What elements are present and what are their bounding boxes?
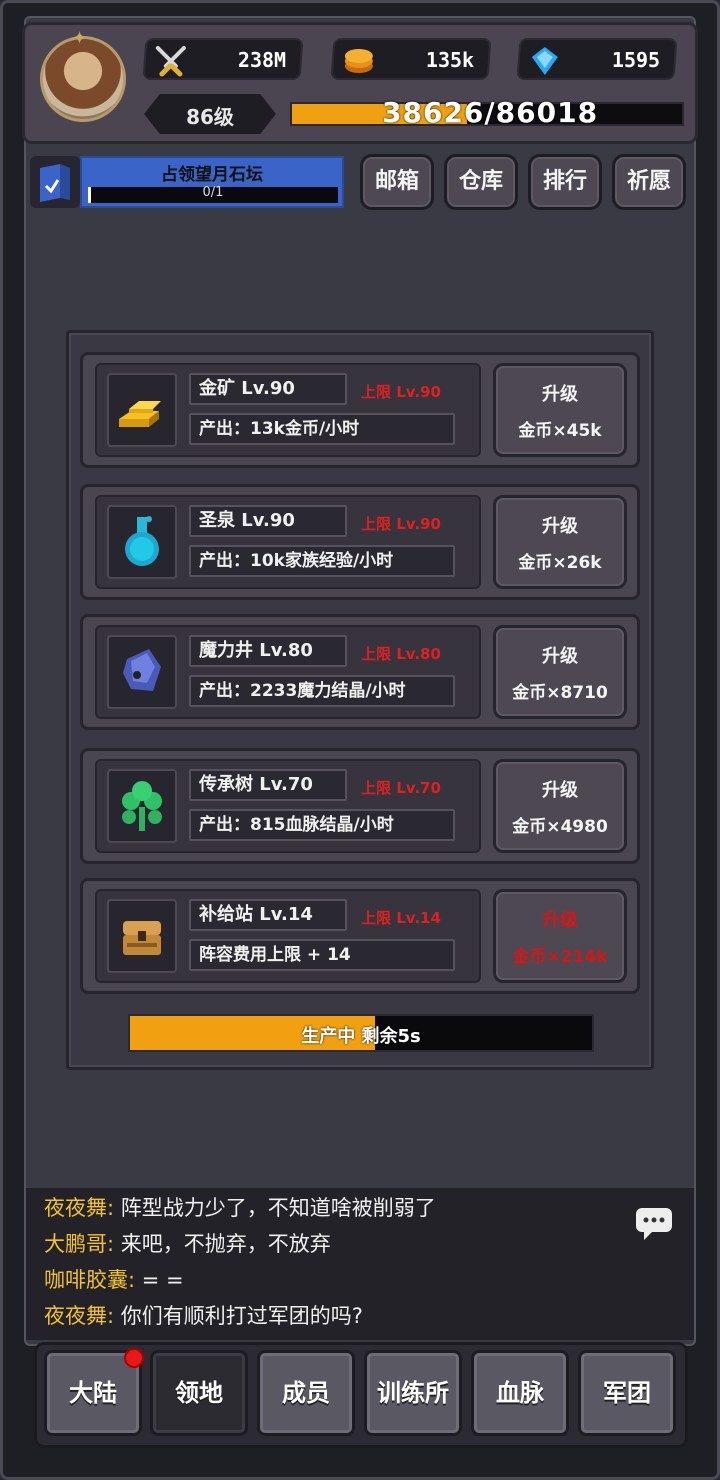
building-output: 产出：2233魔力结晶/小时	[189, 675, 455, 707]
nav-bloodline[interactable]: 血脉	[471, 1350, 569, 1436]
building-name: 魔力井 Lv.80	[189, 635, 347, 667]
upgrade-button[interactable]: 升级 金币×214k	[493, 889, 627, 983]
chat-sender: 夜夜舞:	[44, 1304, 115, 1328]
building-output: 产出：10k家族经验/小时	[189, 545, 455, 577]
building-row-gold-mine: 金矿 Lv.90 上限 Lv.90 产出：13k金币/小时 升级 金币×45k	[80, 352, 640, 468]
upgrade-label: 升级	[542, 780, 578, 801]
notification-dot	[124, 1348, 144, 1368]
chat-message: 夜夜舞: 阵型战力少了，不知道啥被削弱了	[44, 1192, 436, 1222]
crystal-icon	[107, 635, 177, 709]
wish-button[interactable]: 祈愿	[612, 154, 686, 210]
building-level-cap: 上限 Lv.80	[361, 645, 441, 663]
quest-book-icon[interactable]	[30, 156, 80, 208]
chat-text: 来吧，不抛弃，不放弃	[114, 1232, 331, 1256]
building-output: 产出：13k金币/小时	[189, 413, 455, 445]
building-level-cap: 上限 Lv.90	[361, 383, 441, 401]
upgrade-button[interactable]: 升级 金币×8710	[493, 625, 627, 719]
gold-bars-icon	[107, 373, 177, 447]
upgrade-cost: 金币×214k	[512, 947, 608, 967]
upgrade-button[interactable]: 升级 金币×45k	[493, 363, 627, 457]
building-info: 魔力井 Lv.80 上限 Lv.80 产出：2233魔力结晶/小时	[95, 625, 481, 719]
upgrade-button[interactable]: 升级 金币×26k	[493, 495, 627, 589]
building-name: 金矿 Lv.90	[189, 373, 347, 405]
nav-territory[interactable]: 领地	[150, 1350, 248, 1436]
player-level-text: 86级	[186, 105, 234, 129]
xp-progress-bar: 38626/86018	[290, 96, 684, 129]
tree-icon	[107, 769, 177, 843]
upgrade-label: 升级	[542, 384, 578, 405]
building-level-cap: 上限 Lv.70	[361, 779, 441, 797]
upgrade-label: 升级	[542, 646, 578, 667]
quest-progress-text: 0/1	[202, 185, 224, 200]
power-display: 238M	[142, 38, 304, 80]
chat-sender: 夜夜舞:	[44, 1196, 115, 1220]
power-value: 238M	[237, 48, 286, 72]
building-output: 阵容费用上限 + 14	[189, 939, 455, 971]
chat-message: 咖啡胶囊: = =	[44, 1264, 184, 1294]
nav-training[interactable]: 训练所	[364, 1350, 462, 1436]
crossed-swords-icon	[155, 46, 186, 77]
building-row-supply-station: 补给站 Lv.14 上限 Lv.14 阵容费用上限 + 14 升级 金币×214…	[80, 878, 640, 994]
chat-sender: 咖啡胶囊:	[44, 1268, 136, 1292]
gem-value: 1595	[611, 48, 660, 72]
warehouse-button[interactable]: 仓库	[444, 154, 518, 210]
nav-members[interactable]: 成员	[257, 1350, 355, 1436]
building-level-cap: 上限 Lv.14	[361, 909, 441, 927]
building-name: 补给站 Lv.14	[189, 899, 347, 931]
chat-text: 你们有顺利打过军团的吗?	[114, 1304, 363, 1328]
chest-icon	[107, 899, 177, 973]
quest-tracker[interactable]: 占领望月石坛 0/1	[80, 156, 344, 208]
building-info: 传承树 Lv.70 上限 Lv.70 产出：815血脉结晶/小时	[95, 759, 481, 853]
gold-display: 135k	[330, 38, 492, 80]
mail-button[interactable]: 邮箱	[360, 154, 434, 210]
chat-bubble-icon[interactable]	[634, 1206, 674, 1242]
player-level: 86级	[144, 94, 276, 134]
avatar-star-icon: ✦	[72, 28, 88, 49]
upgrade-label: 升级	[542, 910, 578, 931]
gem-display: 1595	[516, 38, 678, 80]
ranking-button[interactable]: 排行	[528, 154, 602, 210]
building-output: 产出：815血脉结晶/小时	[189, 809, 455, 841]
quest-title: 占领望月石坛	[161, 165, 263, 185]
chat-sender: 大鹏哥:	[44, 1232, 115, 1256]
building-info: 金矿 Lv.90 上限 Lv.90 产出：13k金币/小时	[95, 363, 481, 457]
building-info: 圣泉 Lv.90 上限 Lv.90 产出：10k家族经验/小时	[95, 495, 481, 589]
production-progress-bar: 生产中 剩余5s	[128, 1014, 594, 1052]
building-row-heritage-tree: 传承树 Lv.70 上限 Lv.70 产出：815血脉结晶/小时 升级 金币×4…	[80, 748, 640, 864]
upgrade-cost: 金币×26k	[518, 553, 602, 573]
chat-panel[interactable]: 夜夜舞: 阵型战力少了，不知道啥被削弱了 大鹏哥: 来吧，不抛弃，不放弃 咖啡胶…	[26, 1188, 694, 1340]
upgrade-cost: 金币×4980	[512, 817, 608, 837]
gold-value: 135k	[425, 48, 474, 72]
building-name: 传承树 Lv.70	[189, 769, 347, 801]
gold-coin-icon	[344, 49, 373, 73]
production-status-text: 生产中 剩余5s	[301, 1026, 421, 1047]
chat-text: = =	[135, 1268, 184, 1292]
upgrade-label: 升级	[542, 516, 578, 537]
building-info: 补给站 Lv.14 上限 Lv.14 阵容费用上限 + 14	[95, 889, 481, 983]
potion-flask-icon	[107, 505, 177, 579]
nav-legion[interactable]: 军团	[578, 1350, 676, 1436]
building-name: 圣泉 Lv.90	[189, 505, 347, 537]
quest-progress-bar: 0/1	[88, 185, 338, 203]
chat-text: 阵型战力少了，不知道啥被削弱了	[114, 1196, 436, 1220]
chat-message: 夜夜舞: 你们有顺利打过军团的吗?	[44, 1300, 363, 1330]
xp-progress-text: 38626/86018	[382, 96, 599, 129]
building-row-mana-well: 魔力井 Lv.80 上限 Lv.80 产出：2233魔力结晶/小时 升级 金币×…	[80, 614, 640, 730]
chat-message: 大鹏哥: 来吧，不抛弃，不放弃	[44, 1228, 331, 1258]
building-level-cap: 上限 Lv.90	[361, 515, 441, 533]
upgrade-button[interactable]: 升级 金币×4980	[493, 759, 627, 853]
upgrade-cost: 金币×8710	[512, 683, 608, 703]
diamond-icon	[531, 47, 558, 75]
building-row-holy-spring: 圣泉 Lv.90 上限 Lv.90 产出：10k家族经验/小时 升级 金币×26…	[80, 484, 640, 600]
upgrade-cost: 金币×45k	[518, 421, 602, 441]
